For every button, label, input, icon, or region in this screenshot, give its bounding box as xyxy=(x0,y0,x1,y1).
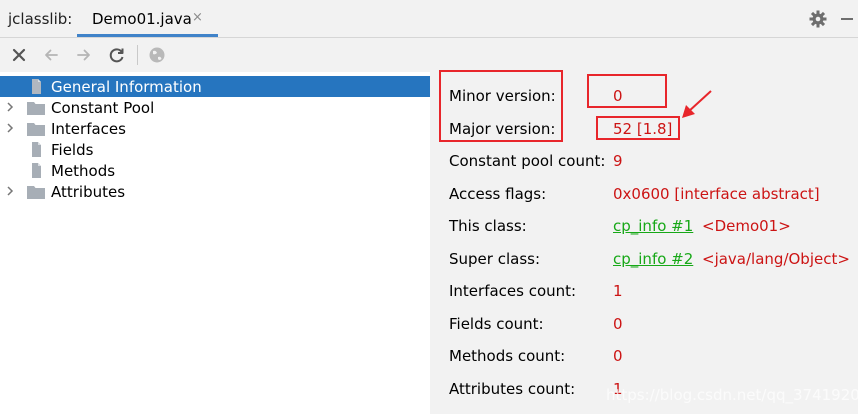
file-icon xyxy=(32,163,41,178)
refresh-icon[interactable] xyxy=(108,46,126,64)
tree-item-constant-pool[interactable]: Constant Pool xyxy=(0,97,430,118)
fields-count-label: Fields count: xyxy=(449,315,544,333)
this-class-label: This class: xyxy=(449,217,527,235)
tab-demo01-java[interactable]: Demo01.java × xyxy=(77,0,218,37)
tool-window-title: jclasslib: xyxy=(8,10,73,28)
globe-icon[interactable] xyxy=(148,46,166,64)
chevron-right-icon[interactable] xyxy=(5,185,15,197)
class-structure-tree: General Information Constant Pool Interf… xyxy=(0,72,430,414)
file-icon xyxy=(32,142,41,157)
major-version-highlight xyxy=(596,116,680,140)
super-class-label: Super class: xyxy=(449,250,541,268)
this-class-link[interactable]: cp_info #1 xyxy=(613,217,693,235)
folder-icon xyxy=(27,186,45,199)
watermark: https://blog.csdn.net/qq_37419200 xyxy=(606,386,858,404)
minimize-icon[interactable] xyxy=(841,18,853,20)
constant-pool-count-value: 9 xyxy=(613,152,623,170)
chevron-right-icon[interactable] xyxy=(5,101,15,113)
tree-item-fields[interactable]: Fields xyxy=(0,139,430,160)
methods-count-value: 0 xyxy=(613,347,623,365)
tree-item-label: Constant Pool xyxy=(51,99,155,117)
chevron-right-icon[interactable] xyxy=(5,122,15,134)
tree-item-label: Interfaces xyxy=(51,120,126,138)
attributes-count-label: Attributes count: xyxy=(449,380,576,398)
gear-icon[interactable] xyxy=(809,10,827,28)
tree-item-methods[interactable]: Methods xyxy=(0,160,430,181)
methods-count-label: Methods count: xyxy=(449,347,566,365)
access-flags-label: Access flags: xyxy=(449,185,547,203)
access-flags-value: 0x0600 [interface abstract] xyxy=(613,185,820,203)
annotation-arrow-icon xyxy=(682,90,712,118)
super-class-link[interactable]: cp_info #2 xyxy=(613,250,693,268)
close-icon[interactable] xyxy=(10,46,28,64)
interfaces-count-label: Interfaces count: xyxy=(449,282,577,300)
tree-item-label: Attributes xyxy=(51,183,126,201)
folder-icon xyxy=(27,123,45,136)
tab-bar: jclasslib: Demo01.java × xyxy=(0,0,858,38)
interfaces-count-value: 1 xyxy=(613,282,623,300)
tree-item-label: Fields xyxy=(51,141,94,159)
tree-item-general-information[interactable]: General Information xyxy=(0,76,430,97)
tab-label: Demo01.java xyxy=(92,10,192,28)
back-arrow-icon[interactable] xyxy=(42,46,60,64)
version-labels-highlight xyxy=(439,70,563,142)
constant-pool-count-label: Constant pool count: xyxy=(449,152,606,170)
file-icon xyxy=(32,79,41,94)
folder-icon xyxy=(27,102,45,115)
tree-item-label: Methods xyxy=(51,162,116,180)
tree-item-attributes[interactable]: Attributes xyxy=(0,181,430,202)
super-class-name: <java/lang/Object> xyxy=(702,250,850,268)
forward-arrow-icon[interactable] xyxy=(75,46,93,64)
tree-item-label: General Information xyxy=(51,78,202,96)
active-tab-indicator xyxy=(77,34,218,37)
toolbar xyxy=(0,38,858,72)
toolbar-separator xyxy=(137,45,138,65)
fields-count-value: 0 xyxy=(613,315,623,333)
tree-item-interfaces[interactable]: Interfaces xyxy=(0,118,430,139)
this-class-name: <Demo01> xyxy=(702,217,791,235)
tab-close-icon[interactable]: × xyxy=(192,10,203,25)
minor-version-highlight xyxy=(587,74,667,108)
